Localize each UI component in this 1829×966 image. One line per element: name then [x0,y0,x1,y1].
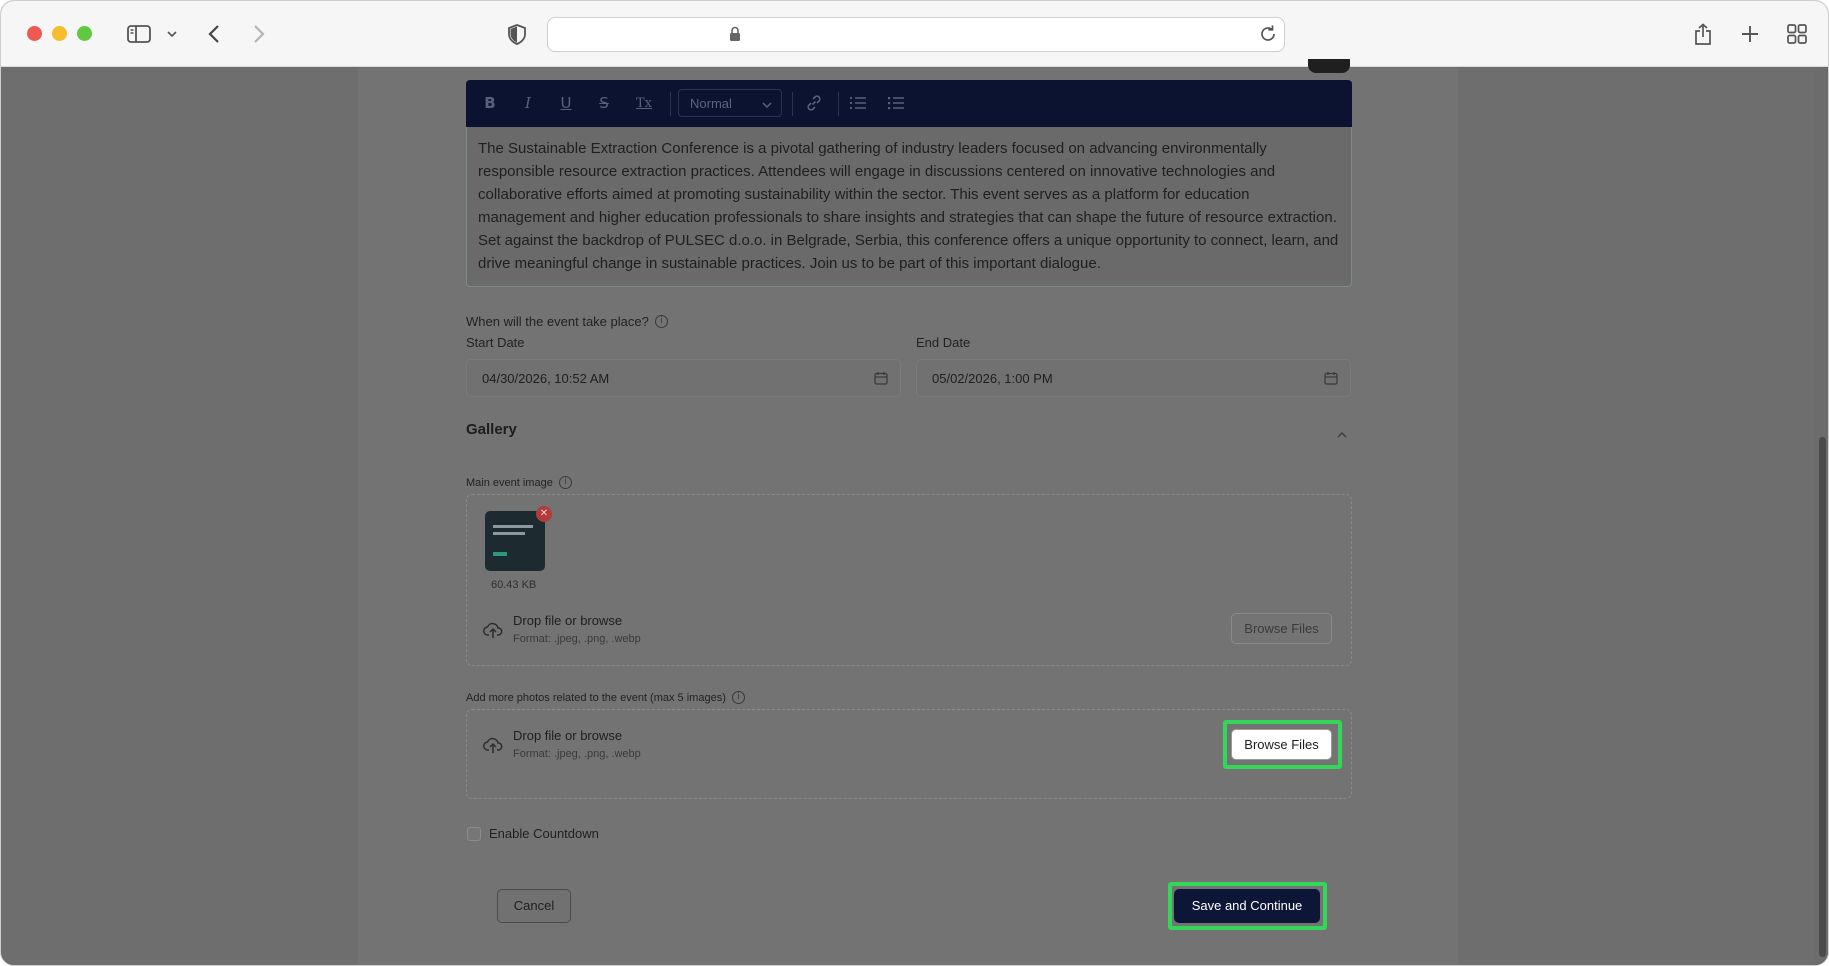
start-date-value: 04/30/2026, 10:52 AM [482,371,610,386]
cancel-button[interactable]: Cancel [497,889,571,923]
calendar-icon[interactable] [1324,371,1338,388]
more-photos-label: Add more photos related to the event (ma… [466,691,745,704]
start-date-input[interactable]: 04/30/2026, 10:52 AM [466,359,901,397]
save-and-continue-button[interactable]: Save and Continue [1174,889,1320,923]
more-photos-label-text: Add more photos related to the event (ma… [466,691,726,704]
bullet-list-icon[interactable] [885,92,907,114]
address-bar[interactable] [547,17,1285,52]
cloud-upload-icon [483,736,503,759]
event-date-question: When will the event take place? i [466,314,668,329]
info-icon[interactable]: i [654,315,668,328]
chevron-up-icon[interactable] [1337,425,1347,443]
editor-toolbar: B I U S Tx Normal [466,80,1352,127]
text-style-value: Normal [690,96,732,111]
editor-top-chip [1308,59,1350,73]
italic-button[interactable]: I [517,92,539,114]
link-icon[interactable] [803,92,825,114]
plus-icon[interactable] [1738,19,1762,49]
main-image-label-text: Main event image [466,476,553,489]
cloud-upload-icon [483,621,503,644]
scrollbar-thumb[interactable] [1819,437,1826,957]
close-window-button[interactable] [27,26,42,41]
drop-format: Format: .jpeg, .png, .webp [513,748,641,760]
bold-button[interactable]: B [479,92,501,114]
grid-icon[interactable] [1785,19,1809,49]
shield-icon[interactable] [506,19,528,49]
reload-icon[interactable] [1258,24,1278,49]
main-image-dropzone[interactable]: ✕ 60.43 KB Drop file or browse Format: .… [466,494,1352,666]
sidebar-icon[interactable] [125,19,153,49]
info-icon[interactable]: i [731,691,745,704]
browser-toolbar [1,1,1828,67]
calendar-icon[interactable] [874,371,888,388]
more-photos-dropzone[interactable]: Drop file or browse Format: .jpeg, .png,… [466,709,1352,799]
drop-format: Format: .jpeg, .png, .webp [513,633,641,645]
chevron-right-icon[interactable] [248,19,270,49]
enable-countdown-label[interactable]: Enable Countdown [489,826,599,841]
end-date-input[interactable]: 05/02/2026, 1:00 PM [916,359,1351,397]
main-image-browse-button[interactable]: Browse Files [1231,613,1332,644]
zoom-window-button[interactable] [77,26,92,41]
clear-format-button[interactable]: Tx [631,92,657,114]
more-photos-browse-button[interactable]: Browse Files [1231,729,1332,760]
underline-button[interactable]: U [555,92,577,114]
text-style-select[interactable]: Normal [678,89,782,117]
end-date-label: End Date [916,335,971,350]
end-date-value: 05/02/2026, 1:00 PM [932,371,1053,386]
info-icon[interactable]: i [558,476,572,489]
drop-title: Drop file or browse [513,613,623,628]
toolbar-divider [670,92,671,116]
event-date-question-text: When will the event take place? [466,314,649,329]
remove-image-icon[interactable]: ✕ [536,506,552,522]
toolbar-divider [838,92,839,116]
main-image-label: Main event image i [466,476,572,489]
browser-window: B I U S Tx Normal The Sustainable Extrac… [0,0,1829,966]
chevron-down-icon [762,97,772,112]
share-icon[interactable] [1691,19,1715,49]
minimize-window-button[interactable] [52,26,67,41]
gallery-title: Gallery [466,421,517,438]
chevron-down-icon[interactable] [165,19,179,49]
start-date-label: Start Date [466,335,525,350]
lock-icon [729,26,741,47]
page-viewport: B I U S Tx Normal The Sustainable Extrac… [1,59,1828,965]
strikethrough-button[interactable]: S [593,92,615,114]
toolbar-divider [792,92,793,116]
enable-countdown-checkbox[interactable] [467,827,481,841]
main-image-thumbnail[interactable] [485,511,545,571]
chevron-left-icon[interactable] [203,19,225,49]
drop-title: Drop file or browse [513,728,623,743]
ordered-list-icon[interactable] [847,92,869,114]
file-size: 60.43 KB [491,579,537,591]
description-editor[interactable]: The Sustainable Extraction Conference is… [466,127,1352,287]
